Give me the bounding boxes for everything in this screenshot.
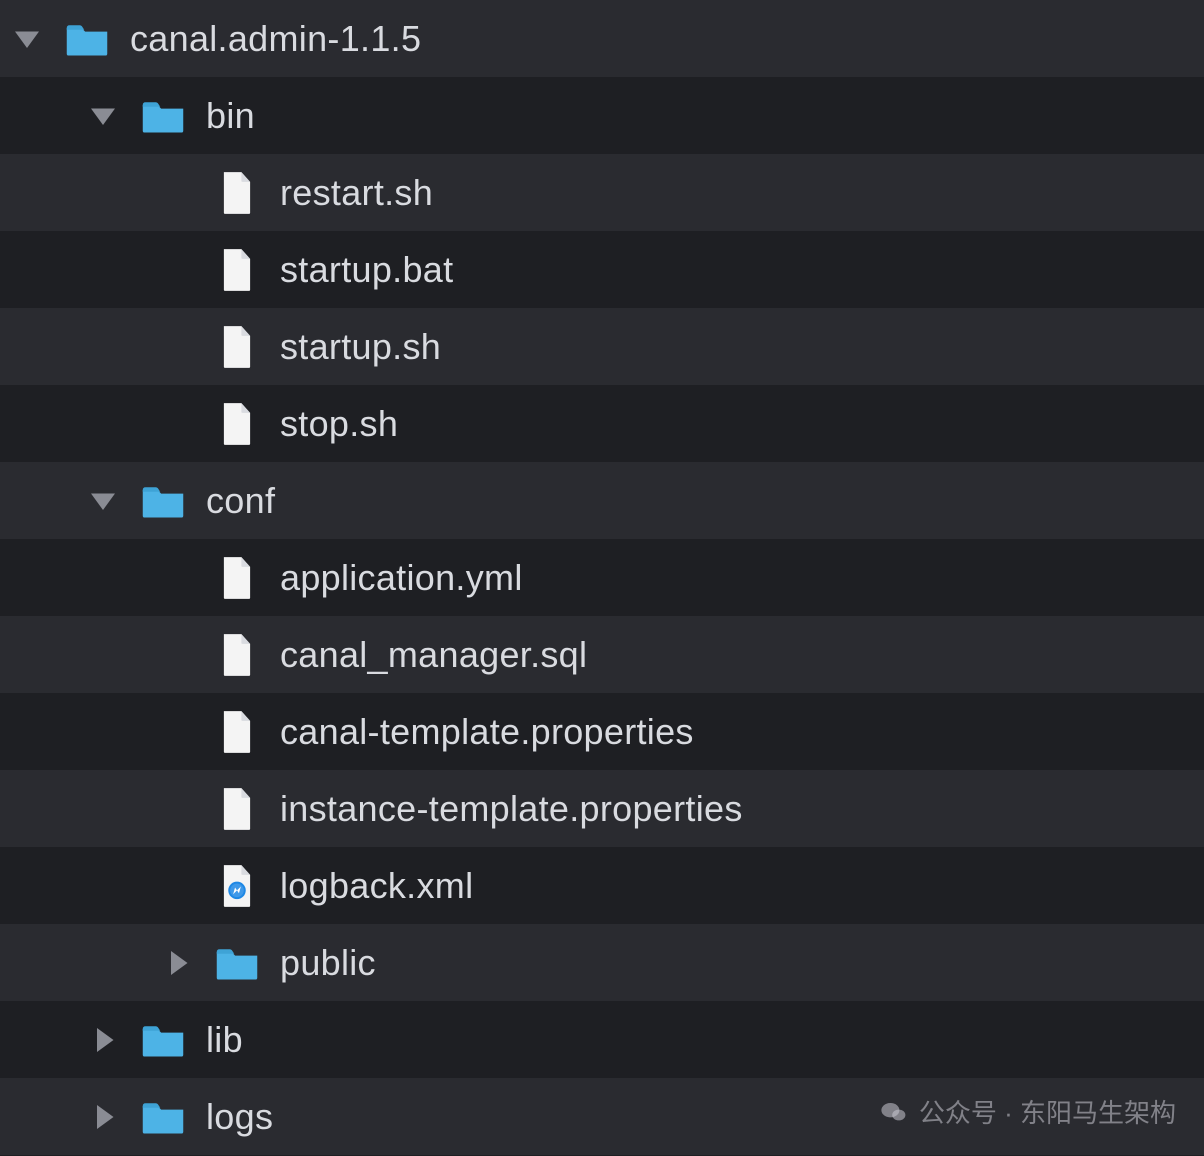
file-xml-icon <box>214 863 260 909</box>
tree-row-public[interactable]: public <box>0 924 1204 1001</box>
file-icon <box>214 247 260 293</box>
tree-label: lib <box>206 1019 243 1061</box>
tree-row-file[interactable]: instance-template.properties <box>0 770 1204 847</box>
file-icon <box>214 786 260 832</box>
chevron-down-icon[interactable] <box>88 101 118 131</box>
tree-row-file[interactable]: logback.xml <box>0 847 1204 924</box>
tree-label: instance-template.properties <box>280 788 743 830</box>
chevron-right-icon[interactable] <box>162 948 192 978</box>
tree-row-file[interactable]: stop.sh <box>0 385 1204 462</box>
tree-label: stop.sh <box>280 403 398 445</box>
wechat-icon <box>879 1097 909 1127</box>
tree-label: public <box>280 942 376 984</box>
tree-row-file[interactable]: canal_manager.sql <box>0 616 1204 693</box>
tree-label: logs <box>206 1096 273 1138</box>
file-icon <box>214 401 260 447</box>
tree-label: startup.bat <box>280 249 453 291</box>
tree-label: application.yml <box>280 557 523 599</box>
tree-row-file[interactable]: startup.bat <box>0 231 1204 308</box>
watermark: 公众号 · 东阳马生架构 <box>879 1093 1176 1130</box>
file-icon <box>214 709 260 755</box>
folder-icon <box>214 940 260 986</box>
tree-row-file[interactable]: startup.sh <box>0 308 1204 385</box>
chevron-down-icon[interactable] <box>12 24 42 54</box>
folder-icon <box>140 1094 186 1140</box>
file-icon <box>214 170 260 216</box>
file-icon <box>214 324 260 370</box>
file-icon <box>214 632 260 678</box>
file-tree: canal.admin-1.1.5 bin restart.sh startup… <box>0 0 1204 1156</box>
folder-icon <box>140 478 186 524</box>
watermark-label: 公众号 · 东阳马生架构 <box>919 1093 1176 1130</box>
tree-label: conf <box>206 480 275 522</box>
tree-row-conf[interactable]: conf <box>0 462 1204 539</box>
tree-label: canal_manager.sql <box>280 634 587 676</box>
tree-row-file[interactable]: restart.sh <box>0 154 1204 231</box>
chevron-right-icon[interactable] <box>88 1102 118 1132</box>
tree-label: canal.admin-1.1.5 <box>130 18 421 60</box>
tree-label: canal-template.properties <box>280 711 694 753</box>
tree-row-file[interactable]: canal-template.properties <box>0 693 1204 770</box>
tree-label: restart.sh <box>280 172 433 214</box>
tree-label: startup.sh <box>280 326 441 368</box>
file-icon <box>214 555 260 601</box>
chevron-down-icon[interactable] <box>88 486 118 516</box>
tree-label: logback.xml <box>280 865 473 907</box>
folder-icon <box>140 93 186 139</box>
tree-row-root[interactable]: canal.admin-1.1.5 <box>0 0 1204 77</box>
tree-label: bin <box>206 95 255 137</box>
tree-row-lib[interactable]: lib <box>0 1001 1204 1078</box>
folder-icon <box>64 16 110 62</box>
tree-row-file[interactable]: application.yml <box>0 539 1204 616</box>
folder-icon <box>140 1017 186 1063</box>
tree-row-bin[interactable]: bin <box>0 77 1204 154</box>
chevron-right-icon[interactable] <box>88 1025 118 1055</box>
